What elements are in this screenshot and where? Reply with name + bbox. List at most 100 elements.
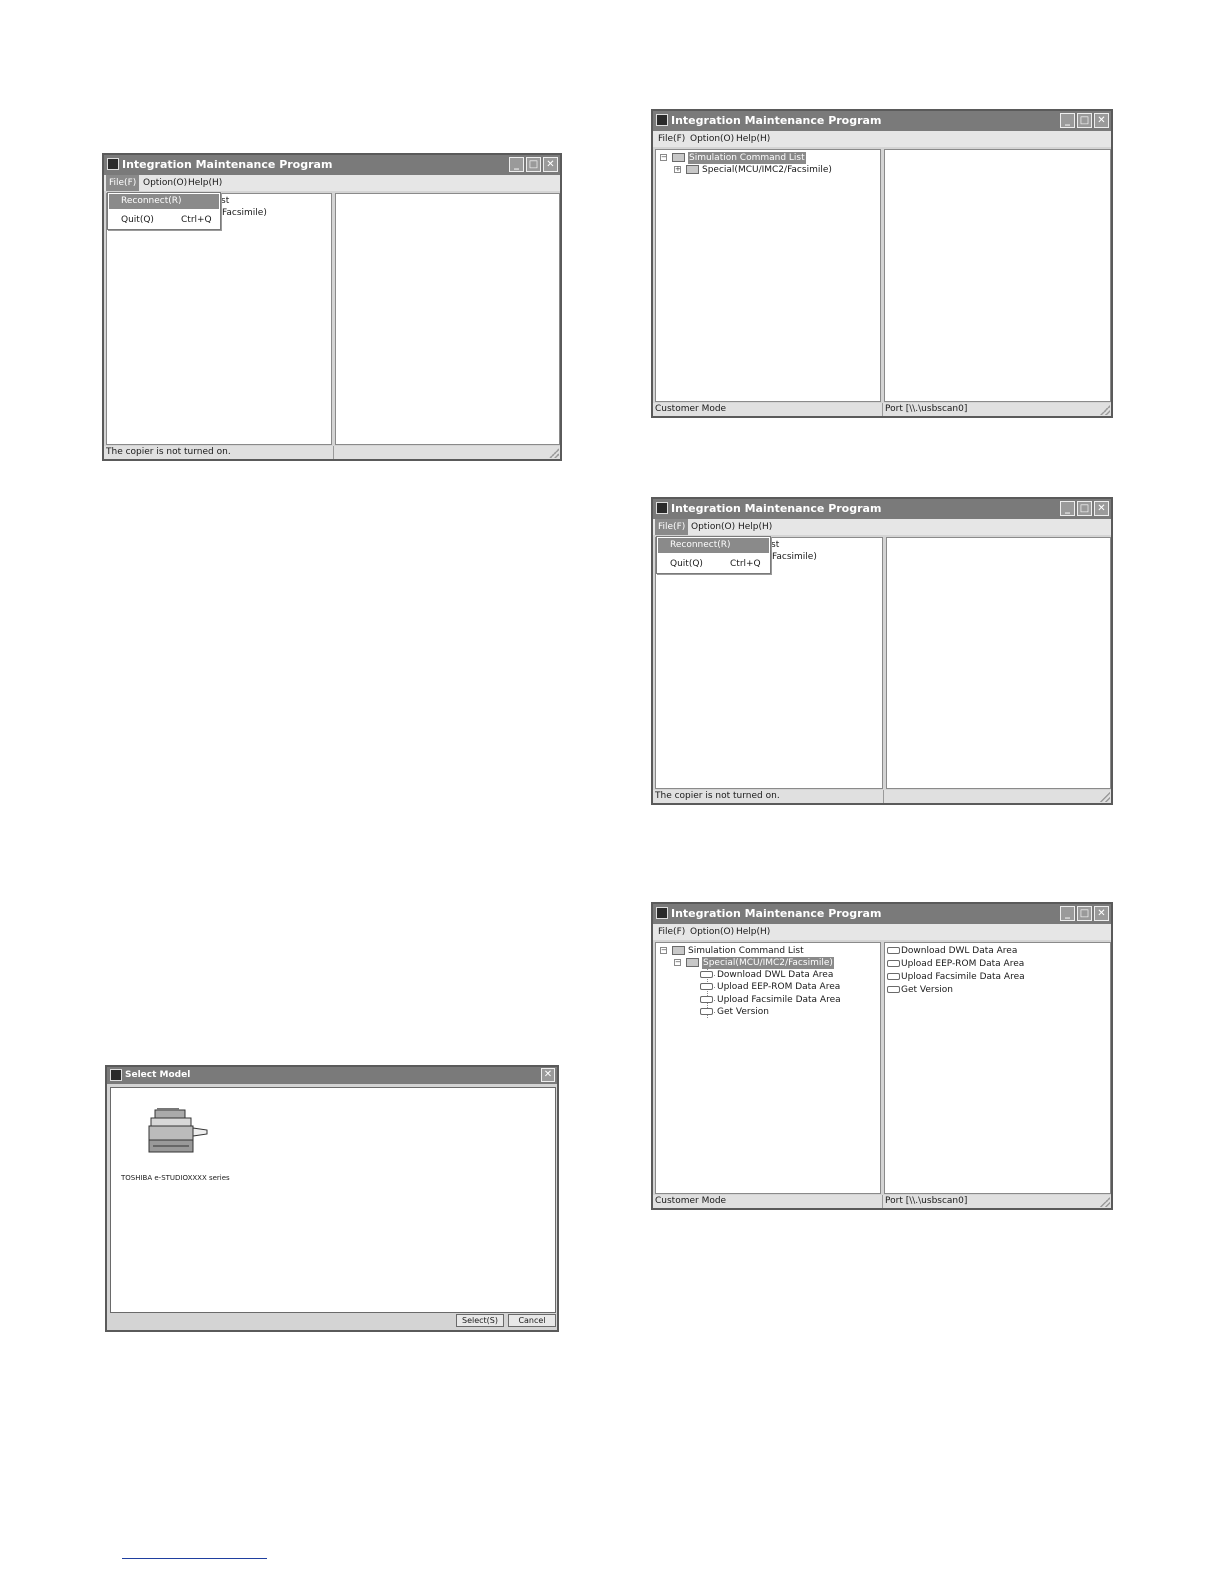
model-name: TOSHIBA e-STUDIOXXXX series: [121, 1174, 230, 1182]
title-bar[interactable]: Select Model ✕: [107, 1067, 557, 1084]
list-label-get-version: Get Version: [901, 985, 953, 995]
tree-label-download-dwl: Download DWL Data Area: [717, 970, 834, 980]
resize-grip-icon[interactable]: [1100, 792, 1110, 802]
tree-root-fragment: st: [221, 196, 230, 206]
menu-option[interactable]: Option(O): [688, 519, 738, 535]
tree-special-fragment: /Facsimile): [769, 552, 817, 562]
status-bar: The copier is not turned on.: [104, 446, 560, 459]
minimize-icon[interactable]: _: [1060, 906, 1075, 921]
maximize-icon[interactable]: □: [526, 157, 541, 172]
menu-help[interactable]: Help(H): [735, 519, 775, 535]
detail-pane[interactable]: [884, 149, 1111, 402]
close-icon[interactable]: ✕: [1094, 501, 1109, 516]
tree-pane[interactable]: st /Facsimile): [655, 537, 883, 789]
close-icon[interactable]: ✕: [1094, 113, 1109, 128]
pointer-hand-icon: [887, 973, 900, 980]
detail-pane[interactable]: [886, 537, 1111, 789]
menu-file[interactable]: File(F): [106, 175, 140, 191]
model-item[interactable]: TOSHIBA e-STUDIOXXXX series: [117, 1108, 267, 1188]
list-label-upload-facsimile: Upload Facsimile Data Area: [901, 972, 1025, 982]
menu-file[interactable]: File(F): [655, 924, 688, 940]
window-title: Integration Maintenance Program: [671, 907, 882, 920]
collapse-icon[interactable]: −: [660, 947, 667, 954]
app-icon: [656, 114, 668, 126]
status-bar: Customer Mode Port [\\.\usbscan0]: [653, 403, 1111, 416]
minimize-icon[interactable]: _: [1060, 113, 1075, 128]
pointer-hand-icon: [700, 996, 713, 1003]
file-dropdown-menu: Reconnect(R) Quit(Q) Ctrl+Q: [656, 536, 771, 574]
select-button[interactable]: Select(S): [456, 1314, 504, 1327]
window-title: Integration Maintenance Program: [671, 502, 882, 515]
copier-icon: [148, 1108, 208, 1153]
menu-bar: File(F) Option(O) Help(H): [653, 519, 1111, 535]
menu-item-quit[interactable]: Quit(Q) Ctrl+Q: [658, 557, 769, 572]
tree-label-upload-facsimile: Upload Facsimile Data Area: [717, 995, 841, 1005]
footnote-rule: [122, 1558, 267, 1559]
status-port: Port [\\.\usbscan0]: [885, 404, 968, 414]
title-bar[interactable]: Integration Maintenance Program _ □ ✕: [104, 155, 560, 175]
tree-root-fragment: st: [771, 540, 780, 550]
status-bar: Customer Mode Port [\\.\usbscan0]: [653, 1195, 1111, 1208]
pointer-hand-icon: [887, 986, 900, 993]
app-icon: [656, 907, 668, 919]
status-message: The copier is not turned on.: [653, 790, 884, 803]
tree-pane[interactable]: st /Facsimile): [106, 193, 332, 445]
detail-pane[interactable]: Download DWL Data Area Upload EEP-ROM Da…: [884, 942, 1111, 1194]
close-icon[interactable]: ✕: [1094, 906, 1109, 921]
resize-grip-icon[interactable]: [1100, 1197, 1110, 1207]
menu-help[interactable]: Help(H): [733, 131, 773, 147]
maximize-icon[interactable]: □: [1077, 113, 1092, 128]
title-bar[interactable]: Integration Maintenance Program _ □ ✕: [653, 499, 1111, 519]
pointer-hand-icon: [700, 971, 713, 978]
menu-file[interactable]: File(F): [655, 131, 688, 147]
menu-bar: File(F) Option(O) Help(H): [653, 131, 1111, 147]
maximize-icon[interactable]: □: [1077, 501, 1092, 516]
app-icon: [110, 1069, 122, 1081]
menu-option[interactable]: Option(O): [140, 175, 190, 191]
close-icon[interactable]: ✕: [543, 157, 558, 172]
status-message: The copier is not turned on.: [104, 446, 334, 459]
tree-pane[interactable]: − Simulation Command List − Special(MCU/…: [655, 942, 881, 1194]
menu-item-reconnect[interactable]: Reconnect(R): [109, 194, 219, 209]
menu-item-reconnect[interactable]: Reconnect(R): [658, 538, 769, 553]
tree-label-special: Special(MCU/IMC2/Facsimile): [702, 165, 832, 175]
status-mode: Customer Mode: [653, 1195, 883, 1208]
collapse-icon[interactable]: −: [674, 959, 681, 966]
minimize-icon[interactable]: _: [1060, 501, 1075, 516]
tree-label-special: Special(MCU/IMC2/Facsimile): [702, 957, 834, 969]
status-bar: The copier is not turned on.: [653, 790, 1111, 803]
expand-icon[interactable]: +: [674, 166, 681, 173]
menu-item-quit[interactable]: Quit(Q) Ctrl+Q: [109, 213, 219, 228]
menu-file[interactable]: File(F): [655, 519, 689, 535]
tree-label-root: Simulation Command List: [688, 152, 806, 164]
resize-grip-icon[interactable]: [1100, 405, 1110, 415]
dialog-title: Select Model: [125, 1070, 191, 1080]
folder-icon: [686, 165, 699, 174]
list-label-upload-eeprom: Upload EEP-ROM Data Area: [901, 959, 1025, 969]
select-model-dialog: Select Model ✕ TOSHIBA e-STUDIOXXXX seri…: [105, 1065, 559, 1332]
app-icon: [656, 502, 668, 514]
model-list[interactable]: TOSHIBA e-STUDIOXXXX series: [110, 1087, 556, 1313]
close-icon[interactable]: ✕: [541, 1068, 555, 1082]
window-title: Integration Maintenance Program: [671, 114, 882, 127]
maximize-icon[interactable]: □: [1077, 906, 1092, 921]
menu-help[interactable]: Help(H): [733, 924, 773, 940]
pointer-hand-icon: [700, 1008, 713, 1015]
detail-pane[interactable]: [335, 193, 560, 445]
menu-help[interactable]: Help(H): [185, 175, 225, 191]
menu-option[interactable]: Option(O): [687, 924, 737, 940]
cancel-button[interactable]: Cancel: [508, 1314, 556, 1327]
collapse-icon[interactable]: −: [660, 154, 667, 161]
resize-grip-icon[interactable]: [549, 448, 559, 458]
tree-pane[interactable]: − Simulation Command List + Special(MCU/…: [655, 149, 881, 402]
menu-option[interactable]: Option(O): [687, 131, 737, 147]
title-bar[interactable]: Integration Maintenance Program _ □ ✕: [653, 111, 1111, 131]
list-label-download-dwl: Download DWL Data Area: [901, 946, 1018, 956]
tree-special-fragment: /Facsimile): [219, 208, 267, 218]
main-window-file-menu-open: Integration Maintenance Program _ □ ✕ Fi…: [102, 153, 562, 461]
main-window-reconnect: Integration Maintenance Program _ □ ✕ Fi…: [651, 497, 1113, 805]
pointer-hand-icon: [700, 983, 713, 990]
title-bar[interactable]: Integration Maintenance Program _ □ ✕: [653, 904, 1111, 924]
status-port: Port [\\.\usbscan0]: [885, 1196, 968, 1206]
minimize-icon[interactable]: _: [509, 157, 524, 172]
